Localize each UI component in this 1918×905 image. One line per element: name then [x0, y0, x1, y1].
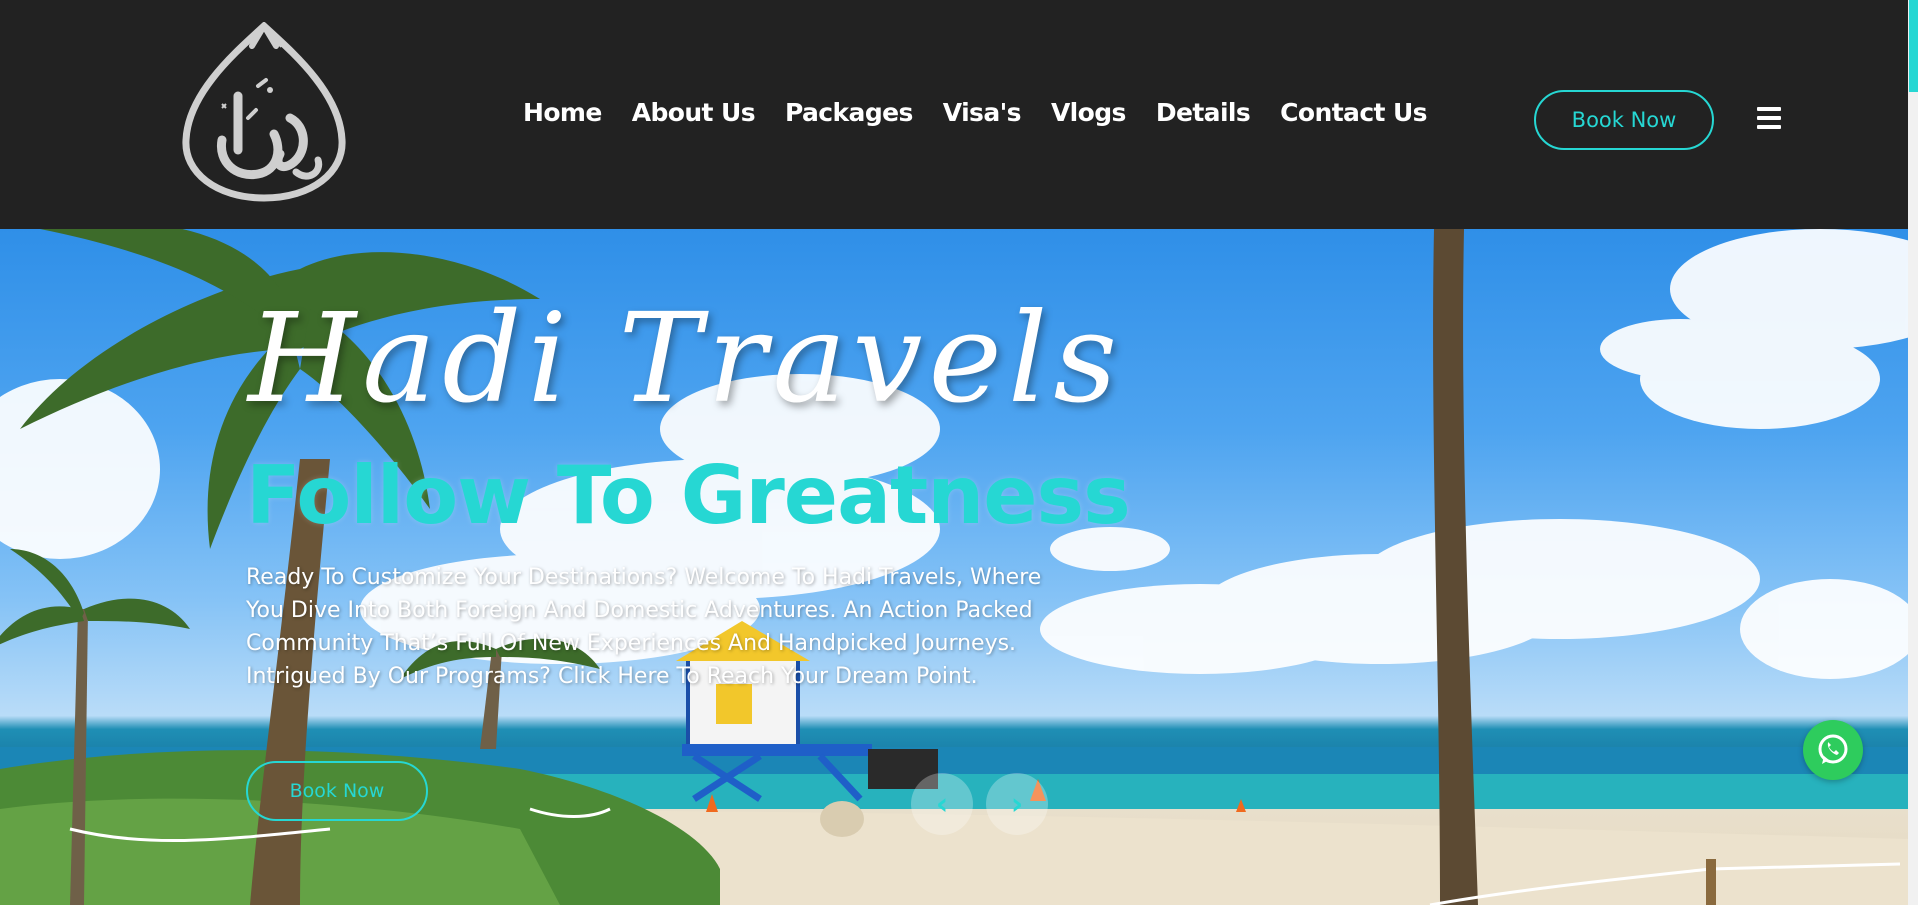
- nav-vlogs[interactable]: Vlogs: [1051, 98, 1126, 127]
- nav-about-us[interactable]: About Us: [632, 98, 756, 127]
- whatsapp-icon: [1818, 734, 1848, 764]
- hadi-travels-logo[interactable]: [178, 22, 350, 202]
- nav-details[interactable]: Details: [1156, 98, 1251, 127]
- hero-description: Ready To Customize Your Destinations? We…: [246, 565, 1042, 689]
- hero-tagline: Follow To Greatness: [246, 449, 1131, 542]
- site-header: Home About Us Packages Visa's Vlogs Deta…: [0, 0, 1908, 229]
- hero-script-title: Hadi Travels: [248, 287, 1124, 431]
- chevron-right-icon: ›: [1010, 786, 1024, 822]
- nav-home[interactable]: Home: [523, 98, 602, 127]
- hamburger-menu-icon[interactable]: [1757, 107, 1781, 129]
- hero-book-now-button[interactable]: Book Now: [246, 761, 428, 821]
- slider-next-button[interactable]: ›: [986, 773, 1048, 835]
- whatsapp-chat-button[interactable]: [1803, 720, 1863, 780]
- nav-packages[interactable]: Packages: [785, 98, 913, 127]
- header-book-now-button[interactable]: Book Now: [1534, 90, 1714, 150]
- slider-prev-button[interactable]: ‹: [911, 773, 973, 835]
- scrollbar-thumb[interactable]: [1909, 0, 1918, 92]
- main-nav: Home About Us Packages Visa's Vlogs Deta…: [523, 96, 1457, 128]
- chevron-left-icon: ‹: [935, 786, 949, 822]
- nav-contact-us[interactable]: Contact Us: [1280, 98, 1427, 127]
- nav-visas[interactable]: Visa's: [943, 98, 1022, 127]
- hero-banner: Hadi Travels Follow To Greatness Ready T…: [0, 229, 1908, 905]
- page-scrollbar[interactable]: [1908, 0, 1918, 905]
